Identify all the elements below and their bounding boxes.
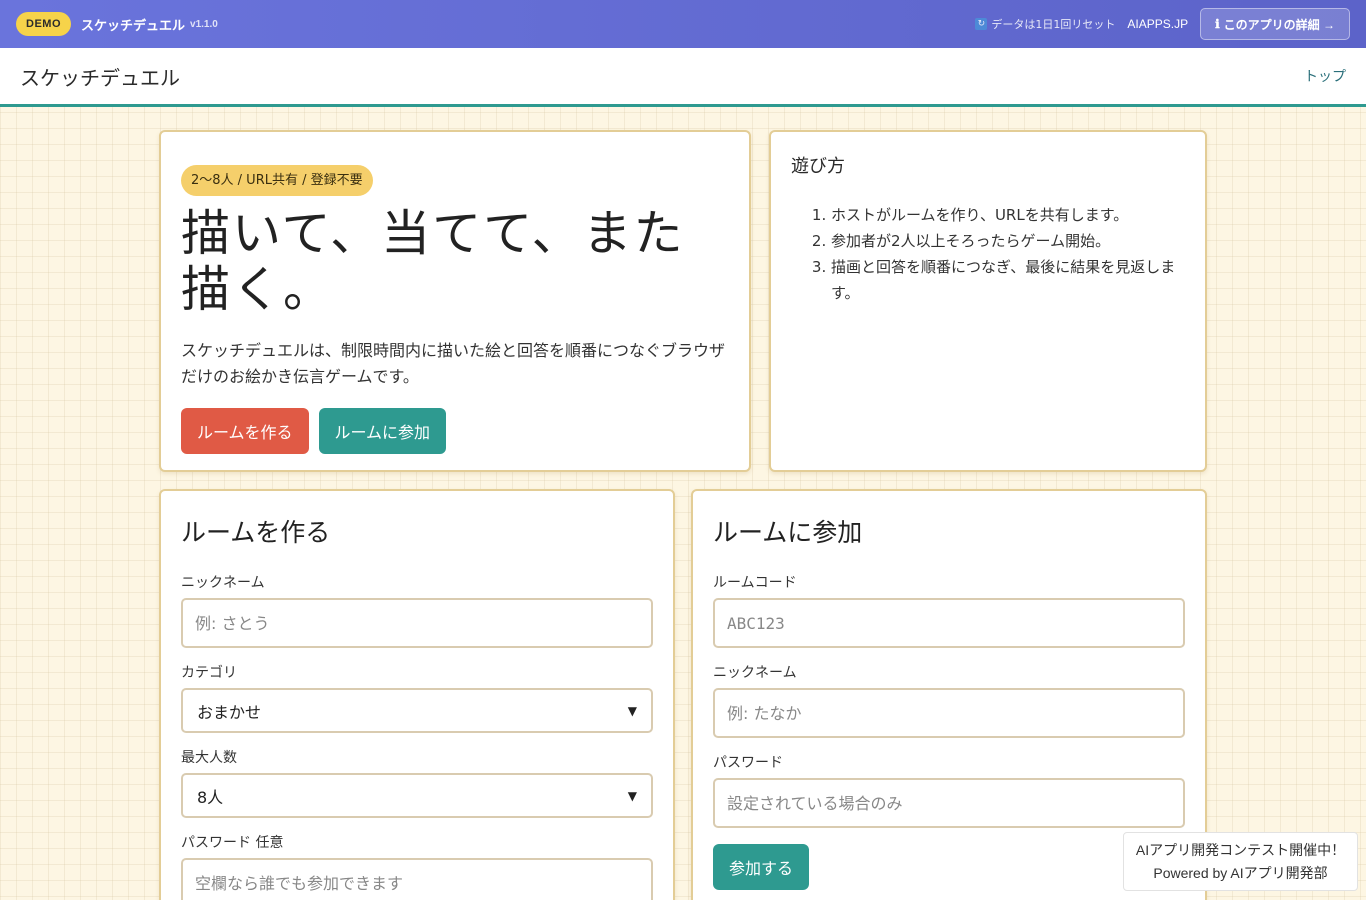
max-players-select[interactable]: 8人 ▼ <box>181 773 653 818</box>
how-to-play-title: 遊び方 <box>791 156 845 177</box>
app-title[interactable]: スケッチデュエル <box>20 62 180 91</box>
category-select[interactable]: おまかせ ▼ <box>181 688 653 733</box>
create-password-input[interactable] <box>181 858 653 900</box>
chevron-down-icon: ▼ <box>627 788 637 803</box>
join-room-title: ルームに参加 <box>713 518 863 547</box>
app-details-button[interactable]: ℹ このアプリの詳細 → <box>1200 8 1350 40</box>
demo-bar-right: ↻ データは1日1回リセット AIAPPS.JP ℹ このアプリの詳細 → <box>975 8 1350 40</box>
room-code-input[interactable] <box>713 598 1185 648</box>
max-players-value: 8人 <box>197 787 224 807</box>
max-players-label: 最大人数 <box>181 750 237 766</box>
category-label: カテゴリ <box>181 665 237 681</box>
powered-by-line: Powered by AIアプリ開発部 <box>1153 865 1328 881</box>
contest-line: AIアプリ開発コンテスト開催中！ <box>1135 842 1346 858</box>
app-header: スケッチデュエル トップ <box>0 48 1366 107</box>
create-room-title: ルームを作る <box>181 518 331 547</box>
how-to-play-card: 遊び方 ホストがルームを作り、URLを共有します。 参加者が2人以上そろったらゲ… <box>769 130 1207 472</box>
hero-buttons: ルームを作る ルームに参加 <box>181 408 729 454</box>
hero-headline: 描いて、当てて、また描く。 <box>181 205 685 318</box>
create-nickname-input[interactable] <box>181 598 653 648</box>
top-link[interactable]: トップ <box>1304 66 1346 86</box>
demo-bar: DEMO スケッチデュエル v1.1.0 ↻ データは1日1回リセット AIAP… <box>0 0 1366 48</box>
info-icon: ℹ <box>1215 17 1220 31</box>
hero-lead: スケッチデュエルは、制限時間内に描いた絵と回答を順番につなぐブラウザだけのお絵か… <box>181 341 726 386</box>
join-password-label: パスワード <box>713 755 783 771</box>
join-nickname-input[interactable] <box>713 688 1185 738</box>
aiapps-link[interactable]: AIAPPS.JP <box>1127 17 1188 31</box>
demo-version: v1.1.0 <box>190 18 218 30</box>
how-to-play-step: 参加者が2人以上そろったらゲーム開始。 <box>831 228 1185 254</box>
how-to-play-step: ホストがルームを作り、URLを共有します。 <box>831 202 1185 228</box>
join-submit-button[interactable]: 参加する <box>713 844 810 890</box>
join-password-input[interactable] <box>713 778 1185 828</box>
room-code-label: ルームコード <box>713 575 797 591</box>
refresh-icon: ↻ <box>975 18 988 30</box>
create-nickname-label: ニックネーム <box>181 575 265 591</box>
join-nickname-label: ニックネーム <box>713 665 797 681</box>
create-room-button[interactable]: ルームを作る <box>181 408 309 454</box>
create-password-label: パスワード 任意 <box>181 835 284 851</box>
contest-banner[interactable]: AIアプリ開発コンテスト開催中！ Powered by AIアプリ開発部 <box>1123 832 1358 891</box>
app-details-label: このアプリの詳細 → <box>1223 17 1335 32</box>
reset-note-text: データは1日1回リセット <box>991 18 1116 31</box>
demo-app-name: スケッチデュエル <box>81 18 186 34</box>
how-to-play-step: 描画と回答を順番につなぎ、最後に結果を見返します。 <box>831 254 1185 306</box>
join-room-button[interactable]: ルームに参加 <box>318 408 447 454</box>
how-to-play-steps: ホストがルームを作り、URLを共有します。 参加者が2人以上そろったらゲーム開始… <box>791 202 1185 306</box>
create-room-card: ルームを作る ニックネーム カテゴリ おまかせ ▼ 最大人数 8人 ▼ パスワー… <box>159 489 675 900</box>
player-info-pill: 2〜8人 / URL共有 / 登録不要 <box>181 165 373 196</box>
reset-note: ↻ データは1日1回リセット <box>975 16 1115 32</box>
demo-badge: DEMO <box>16 12 71 36</box>
hero-card: 2〜8人 / URL共有 / 登録不要 描いて、当てて、また描く。 スケッチデュ… <box>159 130 751 472</box>
chevron-down-icon: ▼ <box>627 703 637 718</box>
category-value: おまかせ <box>197 702 262 722</box>
